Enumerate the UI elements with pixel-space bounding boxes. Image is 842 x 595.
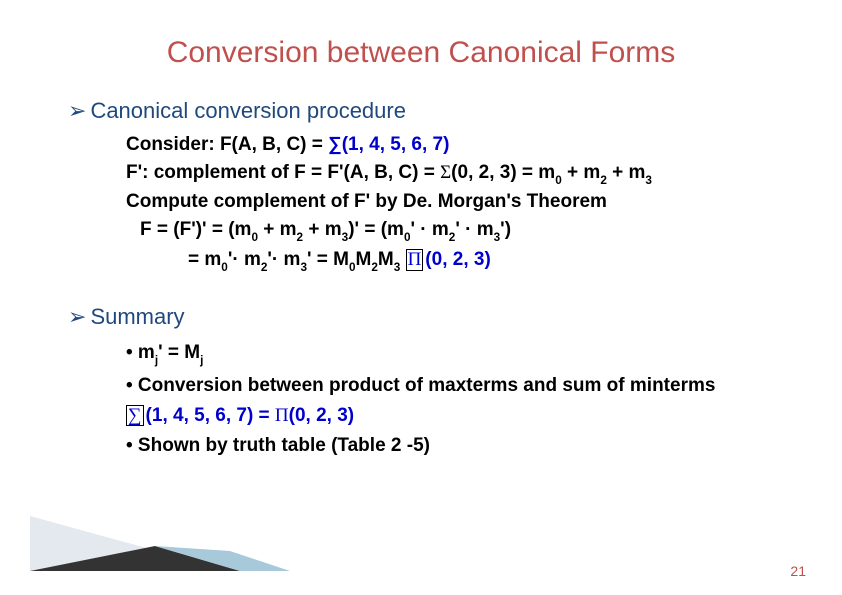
page-number: 21 bbox=[790, 563, 806, 579]
sub: 3 bbox=[394, 261, 401, 274]
summary-line-4: • Shown by truth table (Table 2 -5) bbox=[126, 431, 774, 460]
text: = m bbox=[188, 249, 221, 270]
text: ' = M bbox=[158, 342, 200, 363]
bullet-arrow-icon: ➢ bbox=[68, 304, 86, 330]
text: + m bbox=[303, 219, 342, 240]
text: '· m bbox=[228, 249, 261, 270]
decorative-wedge bbox=[30, 516, 310, 571]
sub: 2 bbox=[297, 231, 304, 244]
text: F = (F')' = (m bbox=[140, 219, 251, 240]
text: '· m bbox=[267, 249, 300, 270]
text: (0, 2, 3) bbox=[425, 249, 490, 270]
sub: 2 bbox=[449, 231, 456, 244]
sub: 0 bbox=[349, 261, 356, 274]
sigma-symbol: Σ bbox=[440, 162, 451, 183]
sum-symbol: ∑ bbox=[328, 134, 342, 155]
summary-line-3: ∑(1, 4, 5, 6, 7) = Π(0, 2, 3) bbox=[126, 401, 774, 430]
sub: 3 bbox=[300, 261, 307, 274]
procedure-body: Consider: F(A, B, C) = ∑(1, 4, 5, 6, 7) … bbox=[126, 132, 774, 275]
text: ') bbox=[500, 219, 511, 240]
text: ' · m bbox=[410, 219, 448, 240]
sub: 0 bbox=[555, 174, 562, 187]
sum-symbol-boxed: ∑ bbox=[126, 405, 144, 426]
section-heading-summary-text: Summary bbox=[90, 304, 184, 329]
text: + m bbox=[258, 219, 297, 240]
proc-line-4: F = (F')' = (m0 + m2 + m3)' = (m0' · m2'… bbox=[126, 217, 774, 246]
proc-line-1: Consider: F(A, B, C) = ∑(1, 4, 5, 6, 7) bbox=[126, 132, 774, 159]
bullet-arrow-icon: ➢ bbox=[68, 98, 86, 124]
text: (1, 4, 5, 6, 7) bbox=[342, 134, 450, 155]
sub: 0 bbox=[221, 261, 228, 274]
text: Consider: F(A, B, C) = bbox=[126, 134, 328, 155]
text: M bbox=[378, 249, 394, 270]
text: ' = M bbox=[307, 249, 349, 270]
sub: 2 bbox=[261, 261, 268, 274]
text: M bbox=[356, 249, 372, 270]
sub: j bbox=[155, 354, 158, 367]
text: )' = (m bbox=[348, 219, 404, 240]
text: (0, 2, 3) bbox=[289, 405, 354, 426]
text: (0, 2, 3) = m bbox=[451, 162, 555, 183]
pi-symbol-boxed: Π bbox=[406, 249, 424, 271]
summary-body: • mj' = Mj • Conversion between product … bbox=[126, 338, 774, 460]
sub: 3 bbox=[494, 231, 501, 244]
slide-title: Conversion between Canonical Forms bbox=[68, 36, 774, 70]
proc-line-2: F': complement of F = F'(A, B, C) = Σ(0,… bbox=[126, 160, 774, 189]
sub: j bbox=[200, 354, 203, 367]
sub: 0 bbox=[404, 231, 411, 244]
text: • m bbox=[126, 342, 155, 363]
proc-line-3: Compute complement of F' by De. Morgan's… bbox=[126, 189, 774, 216]
sub: 3 bbox=[645, 174, 652, 187]
text: + m bbox=[607, 162, 646, 183]
text: (1, 4, 5, 6, 7) = bbox=[146, 405, 275, 426]
proc-line-5: = m0'· m2'· m3' = M0M2M3 Π(0, 2, 3) bbox=[126, 247, 774, 276]
text: ' · m bbox=[455, 219, 493, 240]
text: + m bbox=[562, 162, 601, 183]
sub: 2 bbox=[371, 261, 378, 274]
section-heading-procedure: ➢Canonical conversion procedure bbox=[68, 98, 774, 124]
section-heading-summary: ➢Summary bbox=[68, 304, 774, 330]
summary-line-2: • Conversion between product of maxterms… bbox=[126, 371, 774, 400]
sub: 0 bbox=[251, 231, 258, 244]
text: F': complement of F = F'(A, B, C) = bbox=[126, 162, 440, 183]
sub: 3 bbox=[342, 231, 349, 244]
sub: 2 bbox=[600, 174, 607, 187]
section-heading-procedure-text: Canonical conversion procedure bbox=[90, 98, 406, 123]
summary-line-1: • mj' = Mj bbox=[126, 338, 774, 369]
pi-symbol: Π bbox=[275, 405, 289, 426]
